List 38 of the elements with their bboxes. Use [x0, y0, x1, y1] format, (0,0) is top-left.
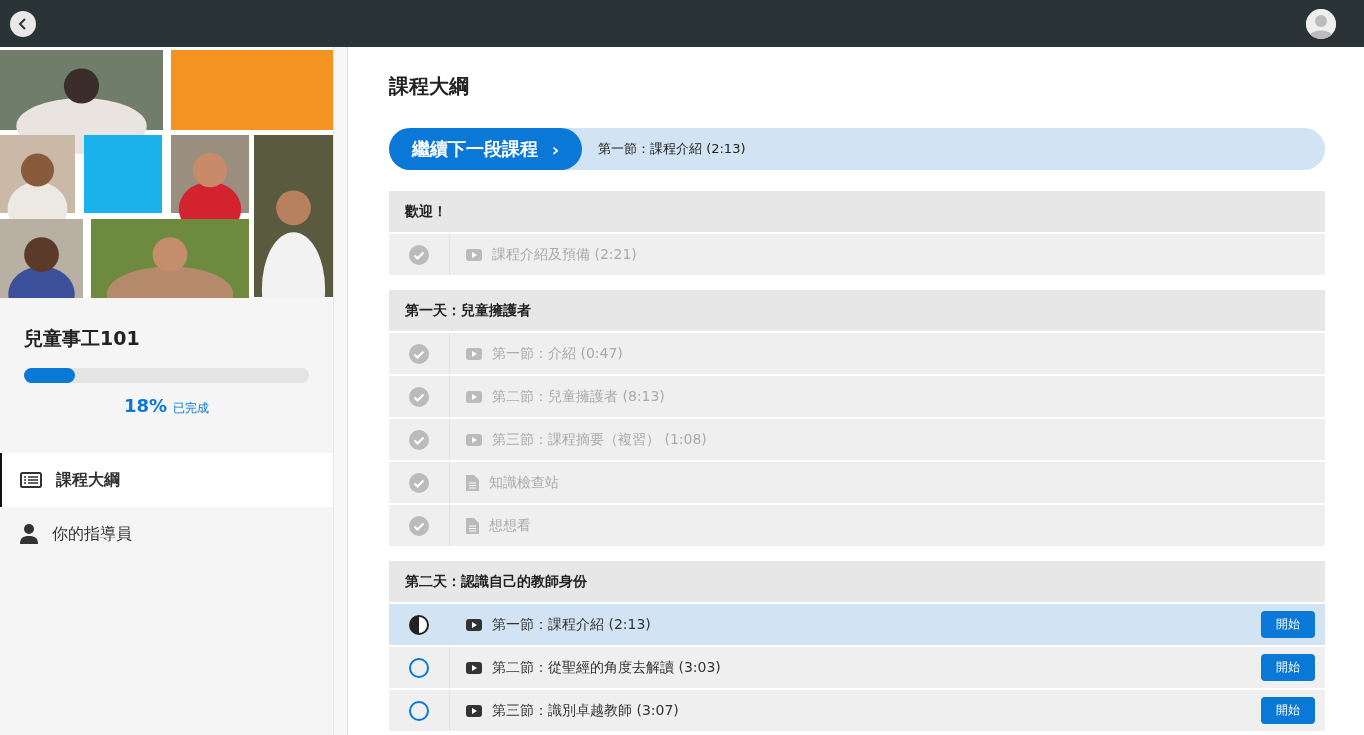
progress-label: 已完成	[173, 400, 210, 417]
next-lesson: 第一節：課程介紹 (2:13)	[598, 140, 746, 158]
lesson-title: 第一節：課程介紹 (2:13)	[492, 615, 651, 634]
play-icon	[466, 390, 482, 403]
play-icon	[466, 347, 482, 360]
play-icon	[466, 248, 482, 261]
play-icon	[466, 661, 482, 674]
document-icon	[466, 517, 479, 534]
list-icon	[20, 472, 42, 488]
start-button[interactable]: 開始	[1261, 654, 1315, 681]
lesson-title: 第一節：介紹 (0:47)	[492, 344, 623, 363]
avatar-icon[interactable]	[1306, 8, 1336, 39]
person-icon	[20, 524, 38, 544]
lesson-title: 第二節：從聖經的角度去解讀 (3:03)	[492, 658, 721, 677]
lesson-title: 知識檢查站	[489, 473, 559, 492]
lesson-row[interactable]: 第二節：從聖經的角度去解讀 (3:03) 開始	[389, 647, 1325, 690]
page-title: 課程大綱	[389, 73, 470, 100]
section-header: 歡迎！	[389, 191, 1325, 234]
play-icon	[466, 618, 482, 631]
play-icon	[466, 433, 482, 446]
section-header: 第一天：兒童擁護者	[389, 290, 1325, 333]
chevron-left-icon	[18, 17, 28, 30]
lesson-row[interactable]: 第一節：課程介紹 (2:13) 開始	[389, 604, 1325, 647]
play-icon	[466, 704, 482, 717]
document-icon	[466, 474, 479, 491]
lesson-title: 想想看	[489, 516, 531, 535]
back-button[interactable]	[10, 10, 36, 37]
sidebar-item[interactable]: 課程大綱	[0, 453, 333, 507]
course-title: 兒童事工101	[24, 326, 141, 351]
start-button[interactable]: 開始	[1261, 611, 1315, 638]
start-button[interactable]: 開始	[1261, 697, 1315, 724]
sidebar-item[interactable]: 你的指導員	[0, 507, 333, 561]
section-header: 第二天：認識自己的教師身份	[389, 561, 1325, 604]
lesson-title: 第三節：識別卓越教師 (3:07)	[492, 701, 679, 720]
lesson-row[interactable]: 第三節：識別卓越教師 (3:07) 開始	[389, 690, 1325, 733]
progress-percent: 18%	[123, 395, 168, 416]
continue-button[interactable]: 繼續下一段課程 ›	[389, 128, 582, 170]
lesson-title: 課程介紹及預備 (2:21)	[492, 245, 637, 264]
